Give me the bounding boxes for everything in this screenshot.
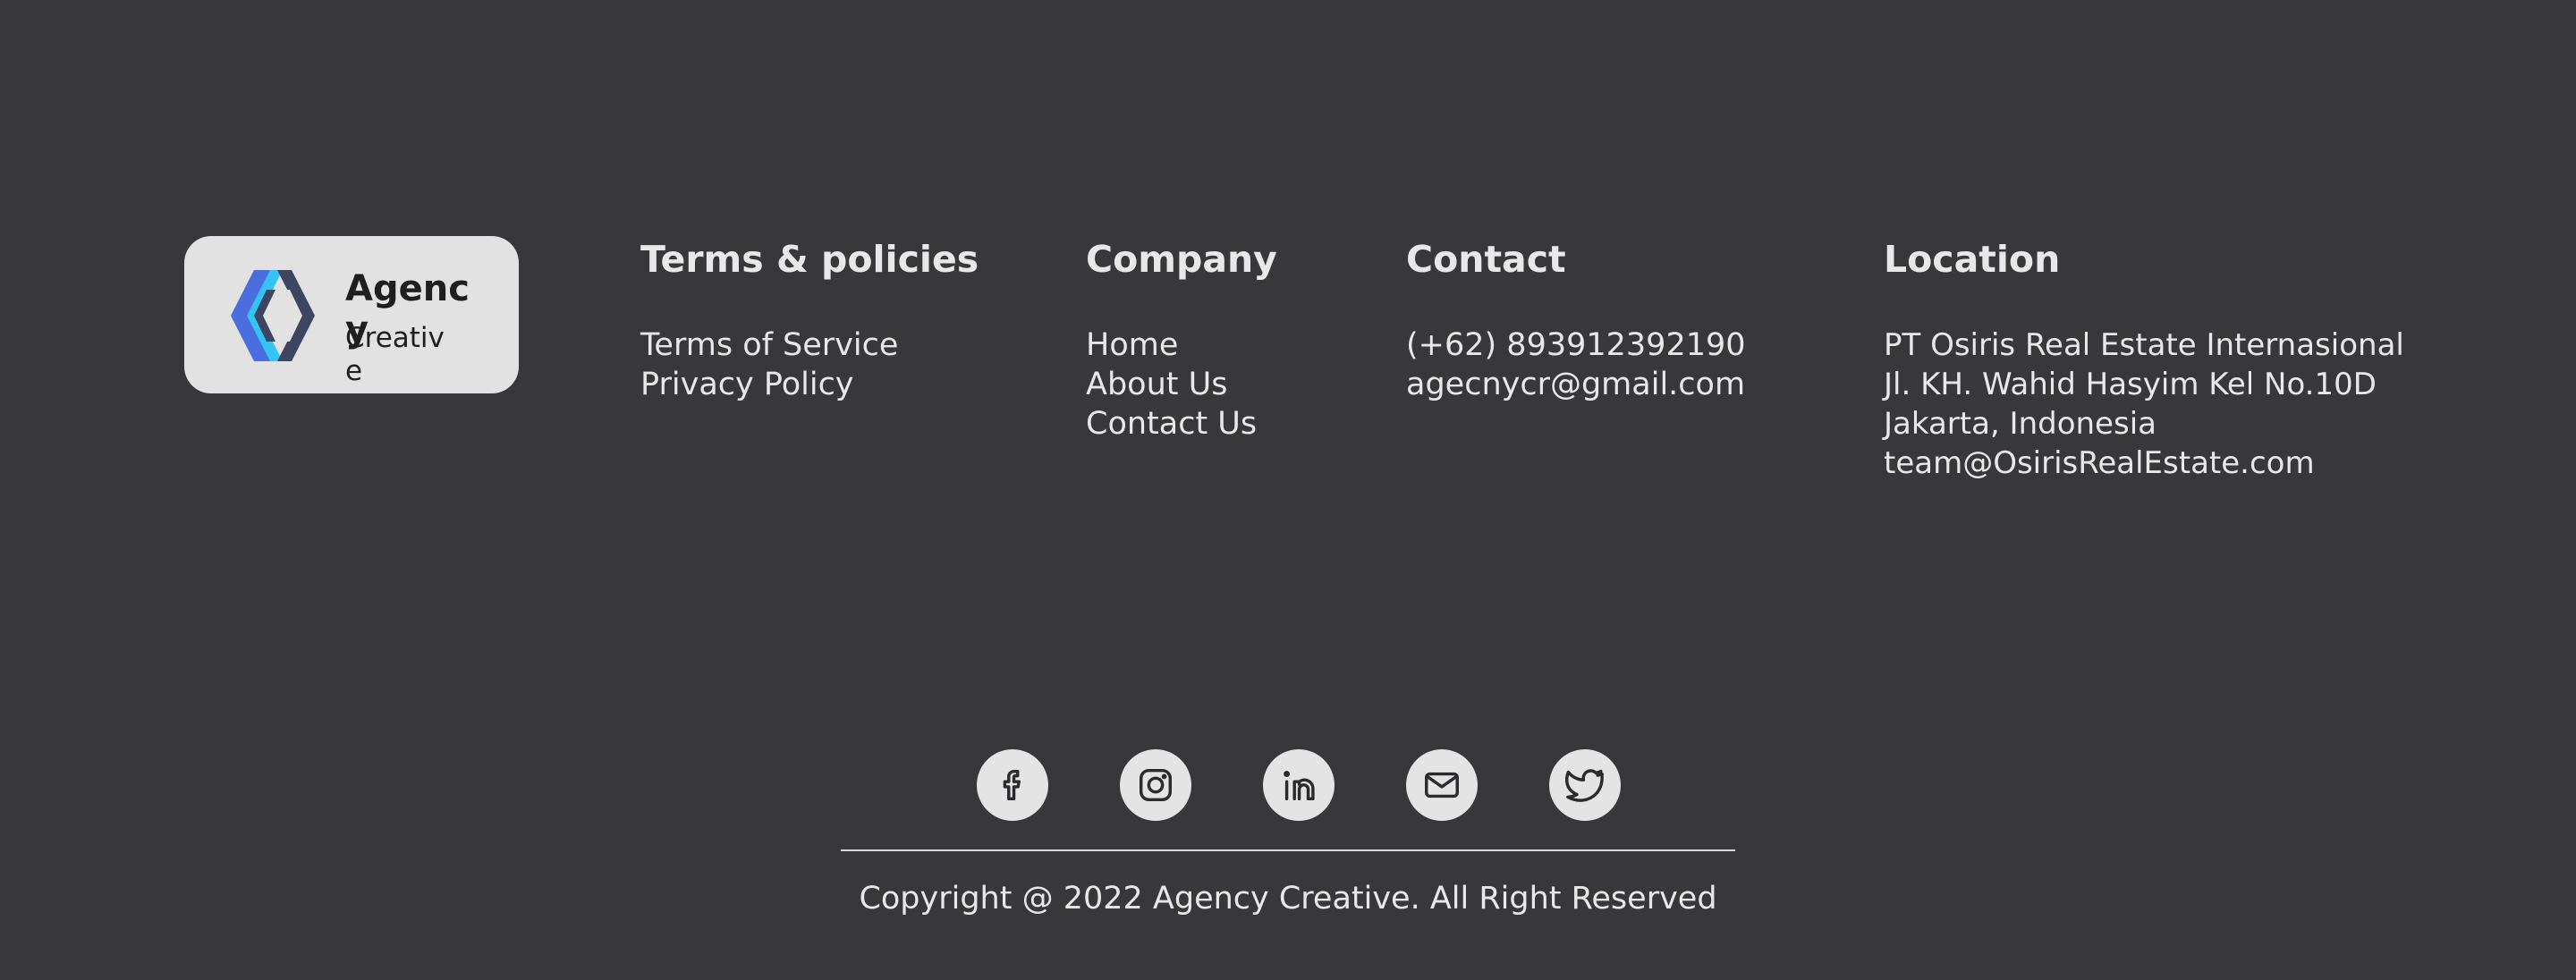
- contact-us-link[interactable]: Contact Us: [1086, 404, 1277, 444]
- mail-icon: [1425, 772, 1459, 798]
- about-us-link[interactable]: About Us: [1086, 365, 1277, 404]
- facebook-icon: [1003, 769, 1021, 801]
- contact-email[interactable]: agecnycr@gmail.com: [1406, 365, 1746, 404]
- company-heading: Company: [1086, 238, 1277, 281]
- terms-heading: Terms & policies: [640, 238, 979, 281]
- linkedin-button[interactable]: [1263, 749, 1335, 821]
- company-column: Company Home About Us Contact Us: [1086, 234, 1277, 444]
- copyright-text: Copyright @ 2022 Agency Creative. All Ri…: [859, 881, 1717, 917]
- company-name: PT Osiris Real Estate Internasional: [1884, 327, 2404, 363]
- facebook-button[interactable]: [977, 749, 1048, 821]
- terms-column: Terms & policies Terms of Service Privac…: [640, 234, 979, 404]
- privacy-policy-link[interactable]: Privacy Policy: [640, 365, 979, 404]
- mail-button[interactable]: [1406, 749, 1478, 821]
- city-country: Jakarta, Indonesia: [1884, 406, 2157, 442]
- instagram-icon: [1139, 768, 1173, 802]
- chevron-diamond-logo-icon: [231, 270, 315, 361]
- location-column: Location PT Osiris Real Estate Internasi…: [1884, 234, 2404, 483]
- linkedin-icon: [1284, 771, 1315, 801]
- company-list: Home About Us Contact Us: [1086, 325, 1277, 444]
- contact-column: Contact (+62) 893912392190 agecnycr@gmai…: [1406, 234, 1746, 404]
- terms-list: Terms of Service Privacy Policy: [640, 325, 979, 404]
- twitter-icon: [1565, 769, 1604, 802]
- instagram-button[interactable]: [1120, 749, 1191, 821]
- location-heading: Location: [1884, 238, 2061, 281]
- footer-divider: [841, 849, 1735, 851]
- location-list: PT Osiris Real Estate Internasional Jl. …: [1884, 325, 2404, 483]
- phone-number[interactable]: (+62) 893912392190: [1406, 325, 1746, 365]
- terms-of-service-link[interactable]: Terms of Service: [640, 325, 979, 365]
- location-email[interactable]: team@OsirisRealEstate.com: [1884, 444, 2404, 483]
- home-link[interactable]: Home: [1086, 325, 1277, 365]
- contact-heading: Contact: [1406, 238, 1566, 281]
- street-address: Jl. KH. Wahid Hasyim Kel No.10D: [1884, 367, 2377, 402]
- twitter-button[interactable]: [1549, 749, 1621, 821]
- brand-logo[interactable]: Agency Creative: [184, 236, 519, 393]
- contact-list: (+62) 893912392190 agecnycr@gmail.com: [1406, 325, 1746, 404]
- brand-subtitle: Creative: [345, 322, 445, 387]
